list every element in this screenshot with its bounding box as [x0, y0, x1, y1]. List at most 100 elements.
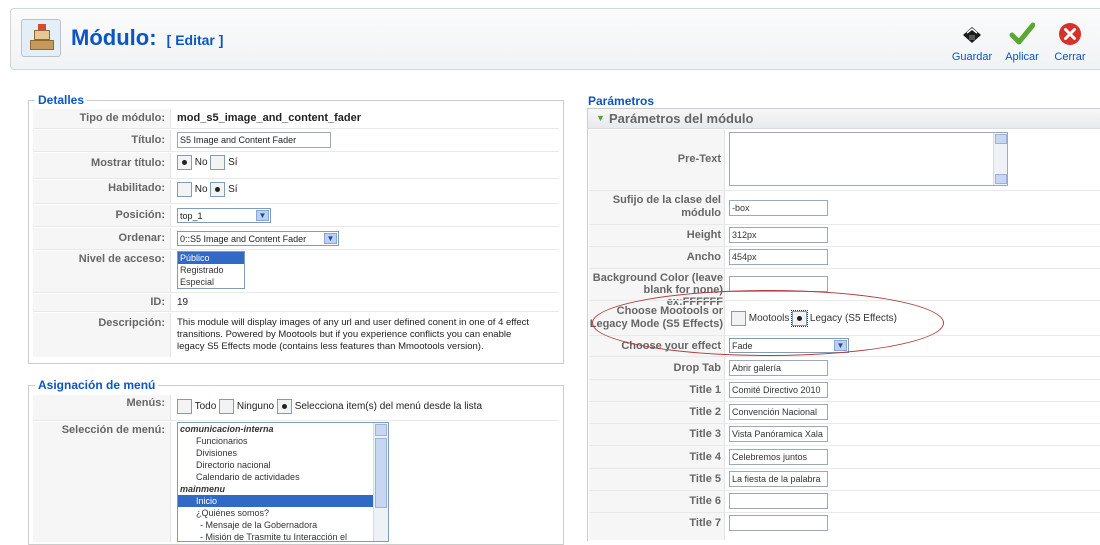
access-option[interactable]: Público [178, 252, 244, 264]
description-text: This module will display images of any u… [177, 317, 529, 353]
chevron-up-icon[interactable] [995, 134, 1007, 144]
title4-label: Title 4 [689, 451, 721, 463]
show-title-yes-radio[interactable] [210, 155, 226, 170]
save-icon [963, 27, 981, 43]
access-option[interactable]: Registrado [178, 264, 244, 276]
suffix-input[interactable]: -box [729, 200, 828, 216]
show-title-no-label: No [194, 157, 208, 169]
detail-row-type: Tipo de módulo: mod_s5_image_and_content… [33, 109, 559, 129]
show-title-no-radio[interactable] [177, 155, 192, 170]
menu-item[interactable]: Calendario de actividades [178, 471, 388, 483]
title7-input[interactable] [729, 515, 828, 531]
droptab-input[interactable]: Abrir galería [729, 360, 828, 376]
save-label: Guardar [951, 51, 993, 63]
title2-input[interactable]: Convención Nacional [729, 404, 828, 420]
page-subtitle: [ Editar ] [166, 32, 224, 48]
page-title-text: Módulo: [71, 25, 157, 50]
menus-select-label: Selecciona item(s) del menú desde la lis… [294, 401, 483, 413]
position-label: Posición: [33, 205, 171, 226]
menu-item[interactable]: - Misión de Trasmite tu Interacción el [178, 531, 388, 541]
id-value: 19 [177, 297, 189, 308]
pretext-textarea[interactable] [729, 132, 1008, 186]
show-title-label: Mostrar título: [33, 153, 171, 178]
position-select[interactable]: top_1 ▼ [177, 208, 271, 223]
suffix-label-line: módulo [681, 207, 721, 219]
menus-none-radio[interactable] [219, 399, 235, 414]
highlight-oval [592, 290, 944, 356]
menu-item[interactable]: Directorio nacional [178, 459, 388, 471]
title5-label: Title 5 [689, 473, 721, 485]
enabled-no-radio[interactable] [177, 182, 192, 197]
enabled-label: Habilitado: [33, 180, 171, 203]
menu-item[interactable]: - Mensaje de la Gobernadora [178, 519, 388, 531]
chevron-down-icon[interactable] [995, 174, 1007, 184]
title3-input[interactable]: Vista Panóramica Xala [729, 426, 828, 442]
access-listbox[interactable]: Público Registrado Especial [177, 251, 245, 289]
close-button[interactable]: Cerrar [1047, 21, 1093, 63]
detail-row-description: Descripción: This module will display im… [33, 313, 559, 357]
order-select[interactable]: 0::S5 Image and Content Fader ▼ [177, 231, 339, 246]
chevron-down-icon: ▼ [324, 233, 337, 244]
chevron-up-icon[interactable] [375, 424, 387, 436]
details-panel: Detalles Tipo de módulo: mod_s5_image_an… [28, 93, 564, 364]
chevron-down-icon: ▼ [256, 210, 269, 221]
enabled-no-label: No [194, 184, 208, 196]
pretext-scrollbar[interactable] [993, 133, 1007, 185]
width-input[interactable]: 454px [729, 249, 828, 265]
title1-input[interactable]: Comité Directivo 2010 [729, 382, 828, 398]
title4-input[interactable]: Celebremos juntos [729, 449, 828, 465]
position-value: top_1 [180, 211, 203, 221]
apply-button[interactable]: Aplicar [999, 21, 1045, 63]
module-icon [21, 19, 61, 57]
menus-all-label: Todo [194, 401, 217, 413]
pretext-label: Pre-Text [677, 153, 721, 165]
close-icon [1059, 23, 1081, 45]
title6-input[interactable] [729, 493, 828, 509]
menu-scrollbar[interactable] [373, 423, 388, 541]
description-label: Descripción: [33, 313, 171, 357]
detail-row-order: Ordenar: 0::S5 Image and Content Fader ▼ [33, 228, 559, 250]
menus-none-label: Ninguno [236, 401, 275, 413]
height-label: Height [686, 229, 721, 241]
access-label: Nivel de acceso: [33, 251, 171, 292]
params-section-header[interactable]: ▼ Parámetros del módulo [588, 109, 1100, 129]
menu-group: mainmenu [180, 484, 226, 494]
type-label: Tipo de módulo: [33, 109, 171, 128]
scrollbar-thumb[interactable] [375, 438, 387, 508]
menu-item-selected[interactable]: Inicio [178, 495, 373, 507]
title5-input[interactable]: La fiesta de la palabra [729, 471, 828, 487]
type-value: mod_s5_image_and_content_fader [177, 112, 362, 124]
menu-item[interactable]: Funcionarios [178, 435, 388, 447]
menus-select-radio[interactable] [276, 399, 292, 414]
title-label: Título: [33, 130, 171, 151]
details-legend: Detalles [35, 93, 88, 107]
id-label: ID: [33, 294, 171, 311]
menu-item[interactable]: ¿Quiénes somos? [178, 507, 388, 519]
menus-row: Menús: Todo Ninguno Selecciona item(s) d… [33, 395, 559, 421]
params-legend: Parámetros [588, 94, 655, 108]
menus-label: Menús: [33, 395, 171, 420]
title2-label: Title 2 [689, 406, 721, 418]
height-input[interactable]: 312px [729, 227, 828, 243]
order-value: 0::S5 Image and Content Fader [180, 234, 307, 244]
title3-label: Title 3 [689, 428, 721, 440]
menus-all-radio[interactable] [177, 399, 192, 414]
menu-selection-listbox[interactable]: comunicacion-interna Funcionarios Divisi… [177, 422, 389, 542]
detail-row-enabled: Habilitado: No Sí [33, 180, 559, 204]
checkmark-icon [1009, 22, 1035, 45]
title7-label: Title 7 [689, 517, 721, 529]
detail-row-id: ID: 19 [33, 294, 559, 312]
menu-assignment-panel: Asignación de menú Menús: Todo Ninguno S… [28, 378, 564, 545]
enabled-yes-radio[interactable] [210, 182, 226, 197]
title6-label: Title 6 [689, 495, 721, 507]
menu-assignment-legend: Asignación de menú [35, 378, 159, 392]
detail-row-title: Título: S5 Image and Content Fader [33, 130, 559, 152]
page-title: Módulo: [ Editar ] [71, 25, 223, 51]
title-input[interactable]: S5 Image and Content Fader [177, 132, 331, 148]
menu-selection-label: Selección de menú: [33, 422, 171, 542]
params-section-title: Parámetros del módulo [609, 111, 754, 126]
detail-row-show-title: Mostrar título: No Sí [33, 153, 559, 179]
menu-item[interactable]: Divisiones [178, 447, 388, 459]
access-option[interactable]: Especial [178, 276, 244, 288]
save-button[interactable]: Guardar [949, 21, 995, 63]
